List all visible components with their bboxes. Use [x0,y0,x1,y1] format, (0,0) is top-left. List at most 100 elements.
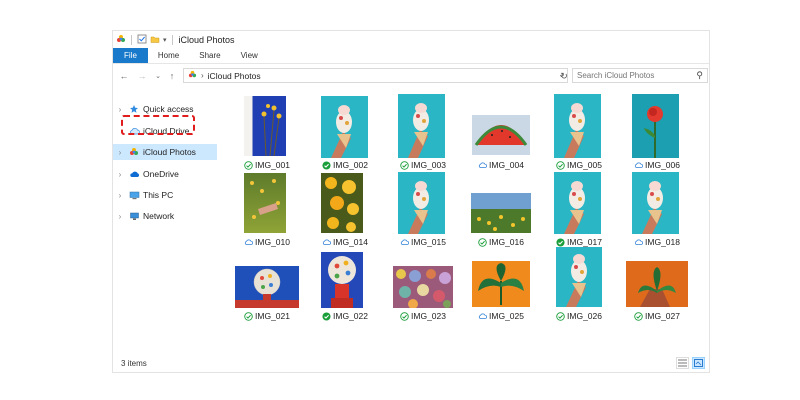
up-arrow-icon[interactable]: ↑ [165,69,179,83]
online-only-cloud-icon [322,238,331,247]
file-tile[interactable]: IMG_016 [465,173,537,251]
photo-thumbnail[interactable] [244,173,286,233]
explorer-window: ▾ iCloud Photos File Home Share View ← →… [112,30,710,373]
toolbar-divider [131,35,132,45]
photo-thumbnail[interactable] [471,193,531,233]
file-tile[interactable]: IMG_026 [543,247,615,331]
available-locally-icon [400,160,409,170]
photo-thumbnail[interactable] [632,172,679,234]
new-folder-icon[interactable] [150,34,160,46]
nav-item-label: iCloud Photos [143,147,196,157]
photo-thumbnail[interactable] [244,96,286,157]
always-available-icon [322,160,331,170]
file-tile[interactable]: IMG_018 [621,172,693,251]
photo-thumbnail[interactable] [554,172,601,234]
file-name: IMG_006 [645,160,680,170]
photo-thumbnail[interactable] [321,96,368,158]
file-tile[interactable]: IMG_005 [543,93,615,171]
photos-location-icon [188,70,197,81]
file-tile[interactable]: IMG_023 [387,253,459,331]
nav-item-label: This PC [143,190,174,200]
file-name: IMG_021 [255,311,290,321]
file-tile[interactable]: IMG_017 [543,172,615,251]
file-name: IMG_026 [567,311,602,321]
properties-checkbox-icon[interactable] [137,34,147,46]
computer-icon [127,190,141,200]
photo-thumbnail[interactable] [626,261,688,307]
photo-thumbnail[interactable] [554,94,601,158]
customize-toolbar-chevron-icon[interactable]: ▾ [163,36,167,44]
tab-share[interactable]: Share [189,48,230,63]
online-only-cloud-icon [400,238,409,247]
nav-item-onedrive[interactable]: › OneDrive [113,166,217,182]
photo-thumbnail[interactable] [472,261,530,307]
tab-view[interactable]: View [231,48,268,63]
refresh-icon[interactable]: ↻ [558,70,570,82]
search-icon[interactable]: ⚲ [696,70,703,81]
online-only-cloud-icon [634,238,643,247]
file-list: IMG_001 IMG_002 IMG_003 IMG_004 IMG_005 [231,93,709,363]
window-title: iCloud Photos [178,35,235,45]
file-tile[interactable]: IMG_021 [231,253,303,331]
file-tile[interactable]: IMG_004 [465,93,537,171]
photo-thumbnail[interactable] [556,247,602,307]
file-name: IMG_001 [255,160,290,170]
nav-item-label: Network [143,211,175,221]
address-bar[interactable]: › iCloud Photos ⌄ [183,68,568,83]
photo-thumbnail[interactable] [472,115,530,155]
address-row: ← → ⌄ ↑ › iCloud Photos ⌄ ↻ ⚲ [113,67,709,85]
photo-thumbnail[interactable] [321,252,363,308]
file-tile[interactable]: IMG_002 [309,93,381,171]
file-tile[interactable]: IMG_010 [231,173,303,251]
network-icon [127,211,141,221]
details-view-icon[interactable] [676,357,689,369]
nav-item-label: OneDrive [143,169,179,179]
file-name: IMG_018 [645,237,680,247]
back-arrow-icon[interactable]: ← [117,69,131,83]
nav-item-this-pc[interactable]: › This PC [113,187,217,203]
breadcrumb[interactable]: iCloud Photos [208,71,261,81]
photo-thumbnail[interactable] [398,94,445,158]
nav-item-icloud-photos[interactable]: › iCloud Photos [113,144,217,160]
file-tile[interactable]: IMG_015 [387,172,459,251]
file-tile[interactable]: IMG_003 [387,93,459,171]
file-tile[interactable]: IMG_027 [621,253,693,331]
expand-chevron-icon[interactable]: › [113,212,127,221]
file-name: IMG_014 [333,237,368,247]
tab-file[interactable]: File [113,48,148,63]
file-tile[interactable]: IMG_025 [465,253,537,331]
photo-thumbnail[interactable] [235,266,299,308]
search-box[interactable]: ⚲ [572,68,708,83]
always-available-icon [556,237,565,247]
breadcrumb-separator-icon[interactable]: › [201,71,204,80]
file-name: IMG_005 [567,160,602,170]
available-locally-icon [556,160,565,170]
file-tile[interactable]: IMG_014 [309,173,381,251]
file-tile[interactable]: IMG_022 [309,252,381,331]
title-bar: ▾ iCloud Photos [113,31,709,49]
expand-chevron-icon[interactable]: › [113,191,127,200]
always-available-icon [322,311,331,321]
nav-item-network[interactable]: › Network [113,208,217,224]
photo-thumbnail[interactable] [632,94,679,158]
available-locally-icon [556,311,565,321]
file-tile[interactable]: IMG_006 [621,93,693,171]
online-only-cloud-icon [478,161,487,170]
file-tile[interactable]: IMG_001 [231,93,303,171]
photo-thumbnail[interactable] [321,173,363,233]
photo-thumbnail[interactable] [398,172,445,234]
tab-home[interactable]: Home [148,48,189,63]
expand-chevron-icon[interactable]: › [113,105,127,114]
large-icons-view-icon[interactable] [692,357,705,369]
expand-chevron-icon[interactable]: › [113,170,127,179]
available-locally-icon [400,311,409,321]
recent-locations-chevron-icon[interactable]: ⌄ [151,69,165,83]
expand-chevron-icon[interactable]: › [113,148,127,157]
file-name: IMG_023 [411,311,446,321]
photos-icon [127,147,141,157]
forward-arrow-icon[interactable]: → [135,69,149,83]
available-locally-icon [244,311,253,321]
item-count: 3 items [121,359,147,368]
photo-thumbnail[interactable] [393,266,453,309]
search-input[interactable] [577,71,687,80]
